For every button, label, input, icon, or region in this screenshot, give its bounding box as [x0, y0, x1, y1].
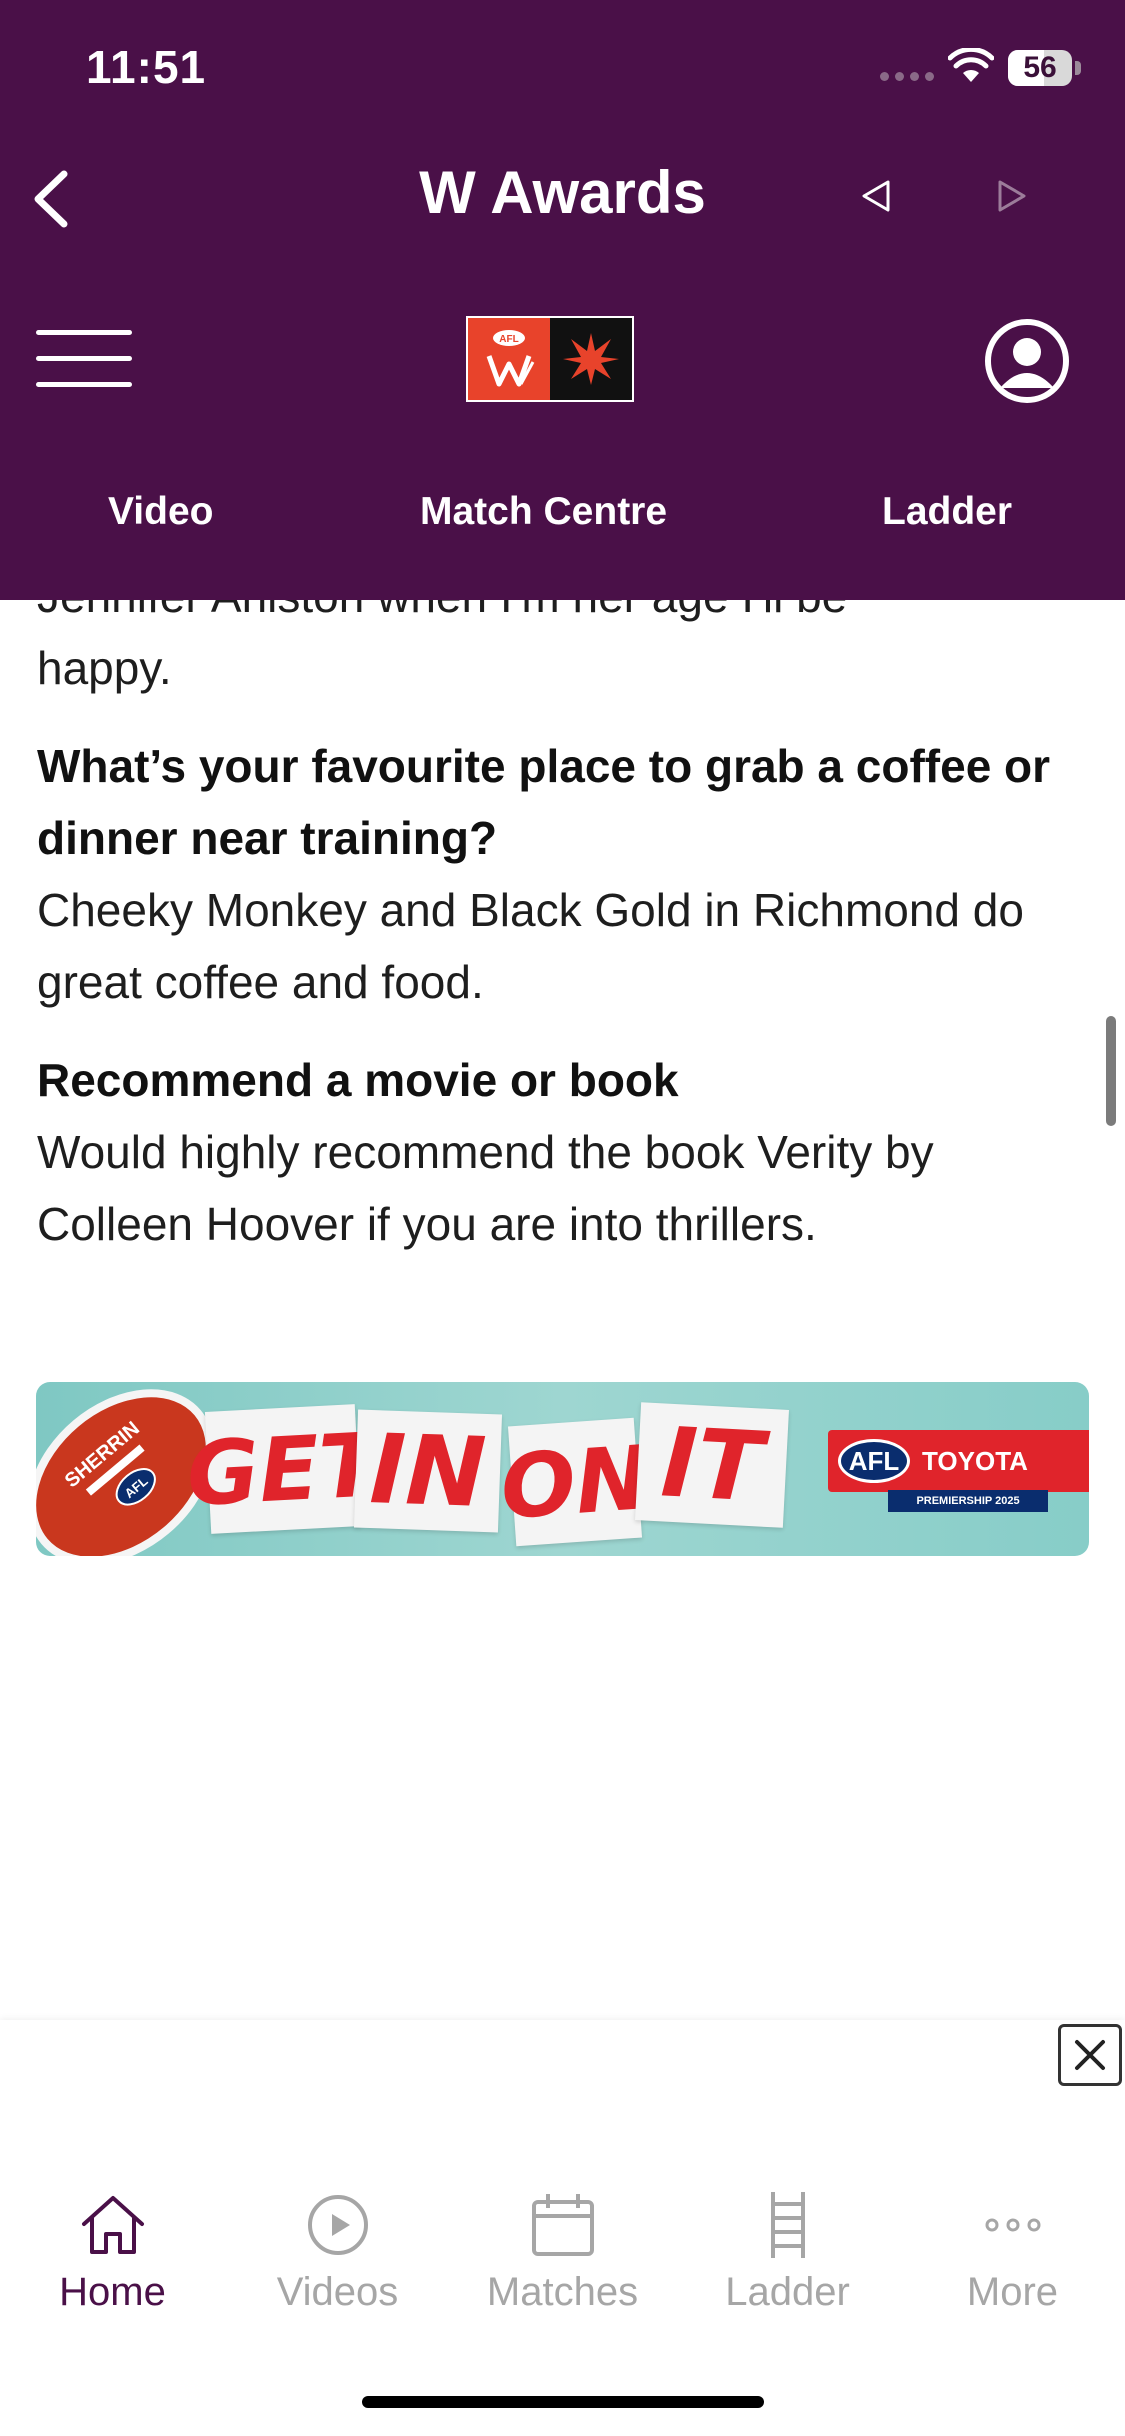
more-dots-icon	[985, 2218, 1040, 2232]
article-body: Jennifer Aniston when I'm her age I'll b…	[37, 560, 1097, 1286]
tabbar-label: Ladder	[725, 2270, 850, 2314]
sponsor-badge: AFL TOYOTA	[828, 1430, 1089, 1492]
sponsor-name: TOYOTA	[922, 1445, 1028, 1476]
question-text: What’s your favourite place to grab a co…	[37, 740, 1051, 864]
previous-article-icon[interactable]	[860, 178, 892, 214]
battery-level: 56	[1023, 51, 1057, 84]
tab-ladder[interactable]: Ladder	[882, 490, 1012, 534]
answer-text: Cheeky Monkey and Black Gold in Richmond…	[37, 884, 1024, 1008]
battery-icon: 56	[1008, 50, 1072, 86]
close-ad-button[interactable]	[1058, 2024, 1122, 2086]
status-time: 11:51	[86, 41, 207, 93]
aflw-logo[interactable]: AFL	[466, 316, 634, 402]
wifi-icon	[948, 48, 994, 82]
ad-word: IN	[353, 1409, 503, 1533]
tab-match-centre[interactable]: Match Centre	[420, 490, 667, 534]
section-tabs: Video Match Centre Ladder	[0, 490, 1125, 560]
menu-icon[interactable]	[36, 330, 132, 388]
qa-block: Recommend a movie or book Would highly r…	[37, 1044, 1097, 1260]
battery-tip	[1075, 61, 1081, 75]
brand-row: AFL	[0, 300, 1125, 420]
star-icon	[550, 318, 632, 400]
app-header: 11:51 56 W Awards AFL Video Match Centre…	[0, 0, 1125, 600]
tabbar-label: Home	[59, 2270, 166, 2314]
home-indicator	[362, 2396, 764, 2408]
nav-row: W Awards	[0, 140, 1125, 250]
qa-block: What’s your favourite place to grab a co…	[37, 730, 1097, 1018]
aflw-logo-mark: AFL	[468, 318, 550, 400]
tabbar-label: More	[966, 2270, 1059, 2314]
answer-text: Would highly recommend the book Verity b…	[37, 1126, 934, 1250]
tabbar-more[interactable]: More	[900, 2190, 1125, 2315]
tabbar-ladder[interactable]: Ladder	[675, 2190, 900, 2315]
bottom-tab-bar: Home Videos Matches Ladder More	[0, 2190, 1125, 2340]
tabbar-home[interactable]: Home	[0, 2190, 225, 2315]
ad-word: GET	[184, 1404, 382, 1534]
tab-video[interactable]: Video	[108, 490, 213, 534]
home-icon	[81, 2196, 144, 2254]
tabbar-label: Matches	[486, 2270, 639, 2314]
page-title: W Awards	[419, 159, 706, 226]
svg-text:AFL: AFL	[499, 334, 518, 345]
scrollbar[interactable]	[1106, 1016, 1116, 1126]
play-circle-icon	[307, 2195, 368, 2255]
question-text: Recommend a movie or book	[37, 1054, 679, 1106]
ad-word: IT	[635, 1402, 789, 1528]
profile-icon[interactable]	[984, 318, 1070, 404]
afl-logo: AFL	[838, 1439, 910, 1483]
tabbar-label: Videos	[276, 2270, 399, 2314]
close-icon	[1075, 2040, 1105, 2070]
sponsor-subtitle: PREMIERSHIP 2025	[888, 1490, 1048, 1512]
tabbar-matches[interactable]: Matches	[450, 2190, 675, 2315]
ad-word: ON	[497, 1417, 653, 1547]
intro-tail: happy.	[37, 642, 172, 694]
ladder-icon	[770, 2192, 805, 2258]
next-article-icon[interactable]	[996, 178, 1028, 214]
calendar-icon	[531, 2194, 594, 2256]
tabbar-videos[interactable]: Videos	[225, 2190, 450, 2315]
cellular-signal-icon	[880, 72, 934, 81]
ad-banner[interactable]: SHERRIN AFL GET IN ON IT AFL TOYOTA PREM…	[36, 1382, 1089, 1556]
status-bar: 11:51 56	[0, 0, 1125, 140]
